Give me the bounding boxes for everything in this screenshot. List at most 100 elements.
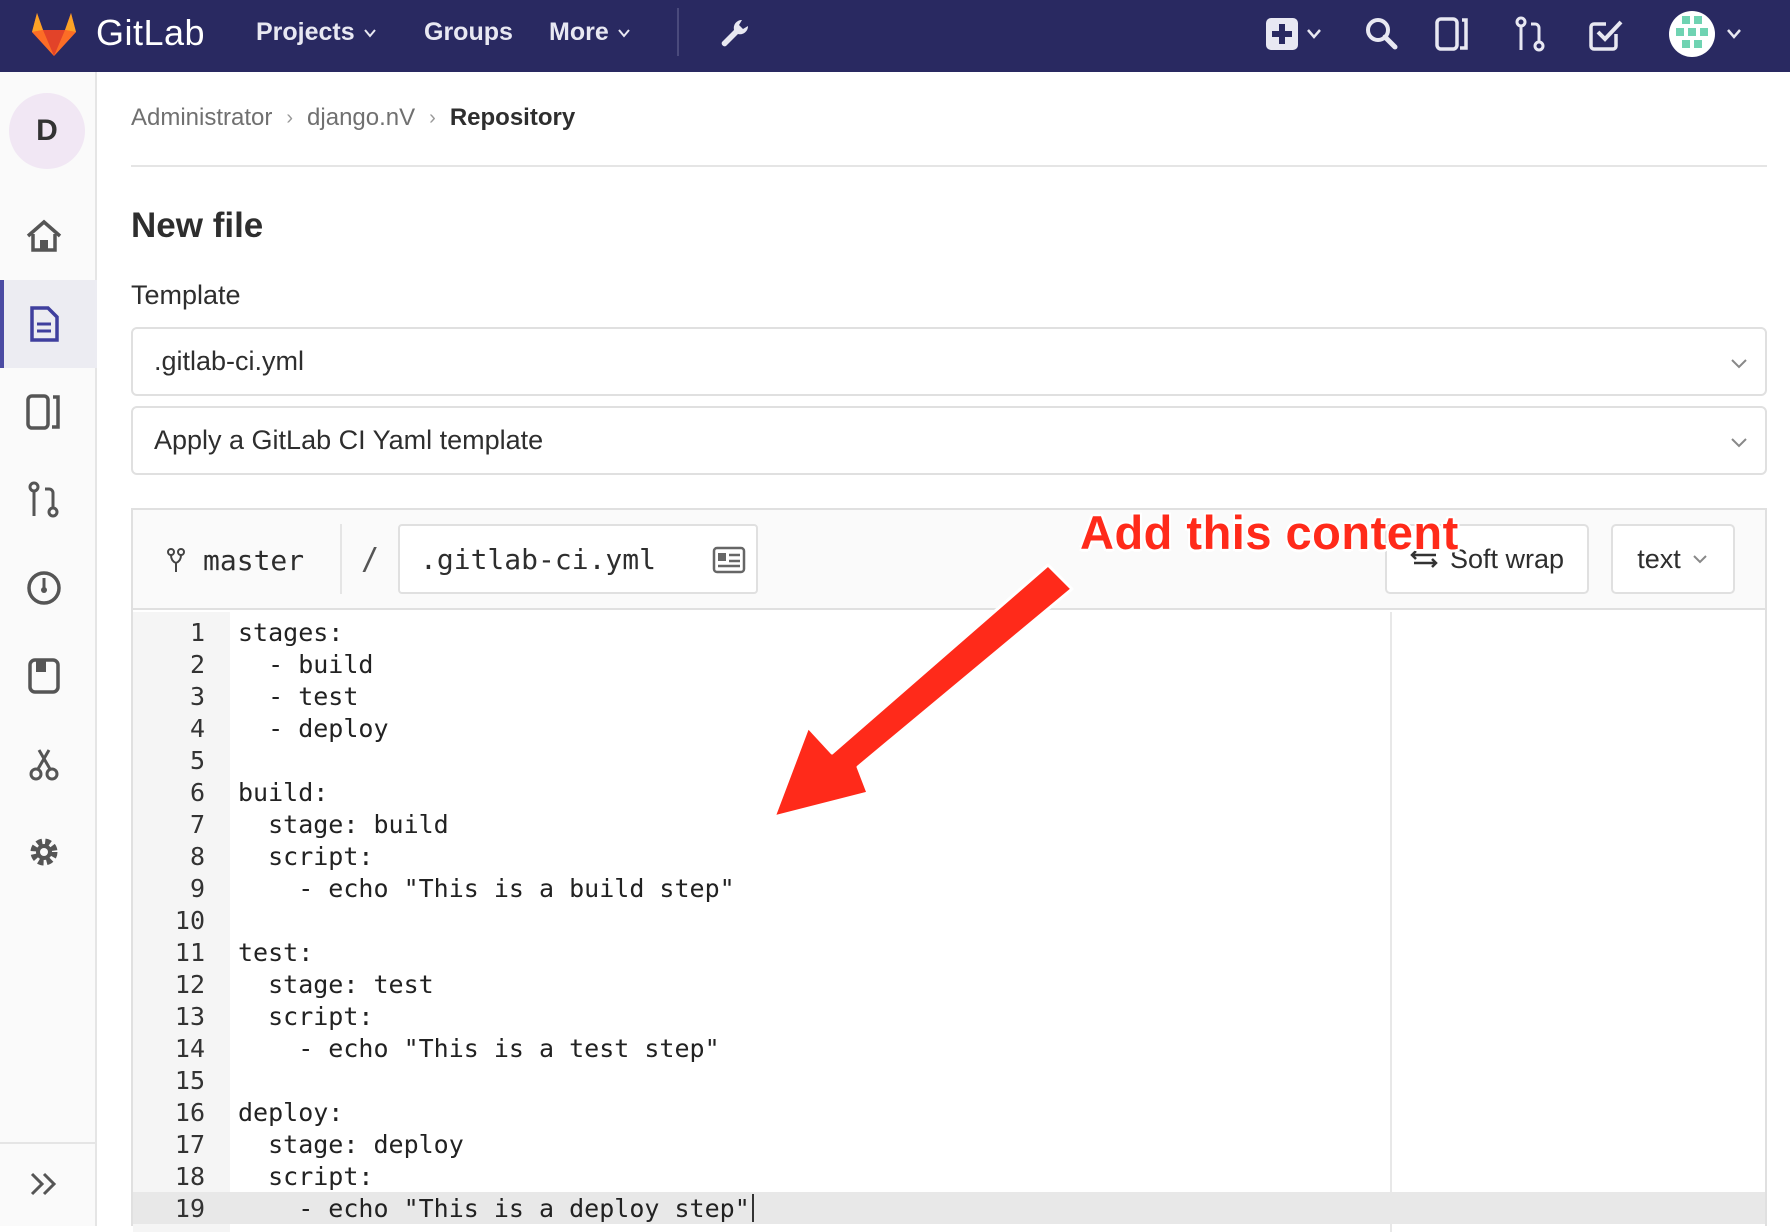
header-separator [340, 524, 342, 594]
code-line[interactable]: 11 test: [133, 936, 1765, 968]
line-number: 18 [174, 1162, 205, 1191]
syntax-mode-label: text [1637, 543, 1681, 574]
wrench-icon[interactable] [714, 14, 754, 54]
groups-label: Groups [424, 18, 513, 46]
line-number: 8 [189, 842, 205, 871]
nav-divider [677, 8, 679, 56]
snippet-scissors-icon[interactable] [22, 742, 66, 786]
yaml-template-select[interactable]: Apply a GitLab CI Yaml template [131, 406, 1767, 475]
branch-indicator: master [165, 544, 304, 577]
code-text: script: [238, 1162, 374, 1191]
code-line[interactable]: 19 - echo "This is a deploy step" [133, 1192, 1765, 1224]
projects-label: Projects [256, 18, 355, 46]
merge-request-icon[interactable] [1510, 14, 1550, 54]
chevron-down-icon [1731, 438, 1747, 448]
code-text: stage: test [238, 970, 434, 999]
line-number: 6 [189, 778, 205, 807]
path-slash: / [361, 542, 380, 577]
branch-name: master [203, 544, 305, 577]
line-number: 10 [174, 906, 205, 935]
line-number: 19 [174, 1194, 205, 1223]
line-number: 5 [189, 746, 205, 775]
expand-chevrons-icon[interactable] [26, 1164, 66, 1204]
file-name-input[interactable]: .gitlab-ci.yml [398, 524, 758, 594]
chevron-down-icon [363, 28, 376, 38]
gitlab-logo-icon[interactable] [28, 10, 80, 58]
merge-request-icon[interactable] [22, 478, 66, 522]
user-avatar-icon[interactable] [1666, 8, 1748, 60]
issues-icon[interactable] [1432, 14, 1472, 54]
yaml-template-select-value: Apply a GitLab CI Yaml template [154, 425, 544, 455]
breadcrumb-repository[interactable]: Repository [450, 104, 575, 132]
code-line[interactable]: 10 [133, 904, 1765, 936]
soft-wrap-label: Soft wrap [1449, 543, 1565, 574]
code-text: - echo "This is a deploy step" [238, 1194, 750, 1223]
breadcrumb-separator: › [286, 106, 294, 129]
line-number: 9 [189, 874, 205, 903]
template-select[interactable]: .gitlab-ci.yml [131, 327, 1767, 396]
code-text: - deploy [238, 714, 389, 743]
groups-menu[interactable]: Groups [424, 18, 513, 47]
brand-name[interactable]: GitLab [96, 12, 205, 54]
breadcrumb-project[interactable]: django.nV [307, 104, 415, 132]
line-number: 7 [189, 810, 205, 839]
template-label: Template [131, 280, 241, 310]
code-text: - build [238, 650, 374, 679]
code-line[interactable]: 18 script: [133, 1160, 1765, 1192]
code-line[interactable]: 12 stage: test [133, 968, 1765, 1000]
ci-gauge-icon[interactable] [22, 566, 66, 610]
code-line[interactable]: 9 - echo "This is a build step" [133, 872, 1765, 904]
code-line[interactable]: 13 script: [133, 1000, 1765, 1032]
line-number: 1 [189, 618, 205, 647]
code-line[interactable]: 17 stage: deploy [133, 1128, 1765, 1160]
more-menu[interactable]: More [549, 18, 631, 47]
page-title: New file [131, 206, 264, 245]
plus-square-icon[interactable] [1264, 14, 1326, 54]
line-number: 4 [189, 714, 205, 743]
code-text: stage: deploy [238, 1130, 464, 1159]
code-text: script: [238, 1002, 374, 1031]
annotation-arrow-icon [772, 563, 1074, 819]
code-text: stage: build [238, 810, 449, 839]
line-number: 15 [174, 1066, 205, 1095]
projects-menu[interactable]: Projects [256, 18, 377, 47]
chevron-down-icon [617, 28, 630, 38]
gear-icon[interactable] [22, 830, 66, 874]
file-name-value: .gitlab-ci.yml [420, 542, 657, 576]
code-text: test: [238, 938, 314, 967]
top-navbar: GitLab Projects Groups More [0, 0, 1790, 72]
chevron-down-icon [1731, 359, 1747, 369]
line-number: 16 [174, 1098, 205, 1127]
line-number: 11 [174, 938, 205, 967]
file-icon[interactable] [22, 302, 66, 346]
code-text: - echo "This is a build step" [238, 874, 735, 903]
project-sidebar: D [0, 72, 97, 1226]
syntax-mode-dropdown[interactable]: text [1611, 524, 1735, 594]
header-divider [131, 165, 1767, 167]
search-icon[interactable] [1362, 14, 1402, 54]
line-number: 13 [174, 1002, 205, 1031]
file-card-icon [712, 546, 746, 574]
code-line[interactable]: 16 deploy: [133, 1096, 1765, 1128]
todo-check-icon[interactable] [1586, 14, 1626, 54]
code-text: - test [238, 682, 359, 711]
line-number: 12 [174, 970, 205, 999]
code-line[interactable]: 8 script: [133, 840, 1765, 872]
breadcrumb: Administrator › django.nV › Repository [131, 104, 575, 132]
code-line[interactable]: 15 [133, 1064, 1765, 1096]
template-select-value: .gitlab-ci.yml [154, 346, 305, 376]
breadcrumb-administrator[interactable]: Administrator [131, 104, 272, 132]
project-avatar[interactable]: D [9, 93, 85, 169]
text-cursor [752, 1194, 754, 1222]
more-label: More [549, 18, 609, 46]
code-line[interactable]: 14 - echo "This is a test step" [133, 1032, 1765, 1064]
breadcrumb-separator: › [429, 106, 436, 129]
code-text: script: [238, 842, 374, 871]
code-text: stages: [238, 618, 344, 647]
line-number: 3 [189, 682, 205, 711]
code-text: build: [238, 778, 329, 807]
wiki-icon[interactable] [22, 654, 66, 698]
issues-icon[interactable] [22, 390, 66, 434]
code-text: deploy: [238, 1098, 344, 1127]
home-icon[interactable] [22, 214, 66, 258]
